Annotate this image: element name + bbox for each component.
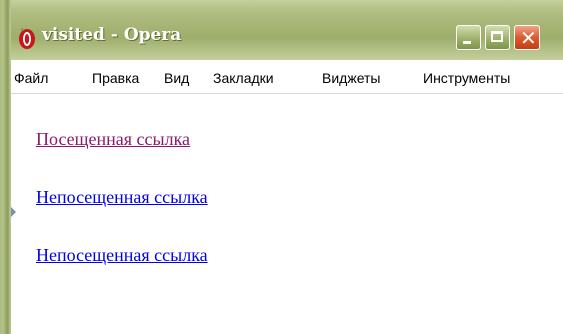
menu-bar: Файл Правка Вид Закладки Виджеты Инструм… [11, 60, 563, 94]
window-title: visited - Opera [42, 25, 182, 45]
close-button[interactable]: ✕ [514, 25, 540, 50]
browser-window: visited - Opera ✕ Файл Правка Вид Заклад… [0, 0, 563, 334]
menu-view[interactable]: Вид [164, 70, 189, 86]
minimize-button[interactable] [456, 25, 481, 50]
window-frame-left [0, 0, 11, 334]
panel-toggle-icon[interactable] [11, 207, 16, 217]
menu-widgets[interactable]: Виджеты [322, 70, 381, 86]
menu-file[interactable]: Файл [14, 70, 48, 86]
visited-link[interactable]: Посещенная ссылка [36, 129, 190, 150]
menu-edit[interactable]: Правка [92, 70, 139, 86]
title-bar[interactable]: visited - Opera ✕ [0, 0, 563, 60]
maximize-icon [491, 31, 503, 42]
minimize-icon [463, 41, 471, 44]
close-icon: ✕ [520, 26, 537, 50]
unvisited-link[interactable]: Непосещенная ссылка [36, 187, 208, 208]
opera-icon [19, 28, 35, 49]
unvisited-link[interactable]: Непосещенная ссылка [36, 245, 208, 266]
maximize-button[interactable] [485, 25, 510, 50]
menu-bookmarks[interactable]: Закладки [213, 70, 274, 86]
menu-tools[interactable]: Инструменты [423, 70, 510, 86]
